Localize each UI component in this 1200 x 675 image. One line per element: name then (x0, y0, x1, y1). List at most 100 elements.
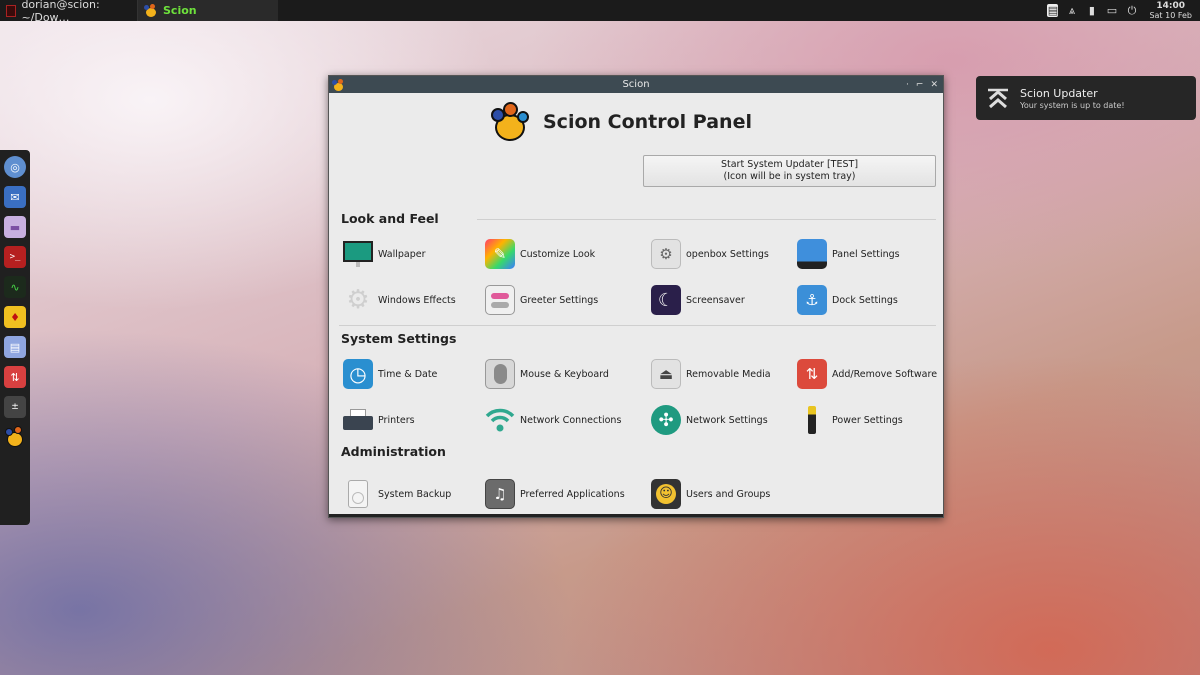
taskbar-item-terminal[interactable]: dorian@scion: ~/Dow… (0, 0, 138, 24)
maximize-button[interactable]: ⌐ (916, 80, 924, 90)
notification-title: Scion Updater (1020, 86, 1098, 100)
item-openbox-settings[interactable]: ⚙ openbox Settings (651, 239, 769, 269)
panel-header: Scion Control Panel (491, 102, 752, 142)
globe-icon: ✣ (651, 405, 681, 435)
clipboard-icon[interactable]: ▤ (1047, 4, 1059, 17)
divider (477, 219, 936, 220)
item-removable-media[interactable]: ⏏ Removable Media (651, 359, 771, 389)
display-icon[interactable]: ▭ (1105, 4, 1118, 17)
notification[interactable]: Scion Updater Your system is up to date! (976, 76, 1196, 120)
backup-icon (343, 479, 373, 509)
item-wallpaper[interactable]: Wallpaper (343, 239, 426, 269)
item-customize-look[interactable]: ✎ Customize Look (485, 239, 595, 269)
notification-body: Your system is up to date! (1020, 100, 1125, 110)
updater-icon[interactable]: ⩓ (1065, 4, 1078, 17)
scion-logo-icon (491, 102, 531, 142)
page-title: Scion Control Panel (543, 111, 752, 133)
clock-time: 14:00 (1156, 0, 1186, 11)
window-bottom-border (329, 514, 943, 517)
section-look-and-feel: Look and Feel (341, 211, 439, 226)
divider (339, 325, 936, 326)
screensaver-icon: ☾ (651, 285, 681, 315)
item-label: Network Connections (520, 414, 622, 426)
item-label: Network Settings (686, 414, 768, 426)
window-title: Scion (622, 79, 650, 90)
clock[interactable]: 14:00 Sat 10 Feb (1149, 1, 1192, 21)
start-system-updater-button[interactable]: Start System Updater [TEST] (Icon will b… (643, 155, 936, 187)
customize-look-icon: ✎ (485, 239, 515, 269)
item-dock-settings[interactable]: ⚓ Dock Settings (797, 285, 898, 315)
text-editor-icon[interactable]: ▤ (4, 336, 26, 358)
preferred-apps-icon: ♫ (485, 479, 515, 509)
item-label: Users and Groups (686, 488, 771, 500)
eject-icon: ⏏ (651, 359, 681, 389)
item-label: Windows Effects (378, 294, 456, 306)
item-network-settings[interactable]: ✣ Network Settings (651, 405, 768, 435)
section-administration: Administration (341, 444, 446, 459)
mouse-icon (485, 359, 515, 389)
window-content: Scion Control Panel Start System Updater… (329, 93, 943, 517)
wifi-icon (485, 405, 515, 435)
updater-icon (986, 87, 1010, 109)
item-power-settings[interactable]: Power Settings (797, 405, 903, 435)
window-titlebar[interactable]: Scion · ⌐ ✕ (329, 76, 943, 93)
item-label: Greeter Settings (520, 294, 599, 306)
updater-button-line1: Start System Updater [TEST] (720, 159, 859, 170)
mail-icon[interactable]: ✉ (4, 186, 26, 208)
openbox-settings-icon: ⚙ (651, 239, 681, 269)
item-system-backup[interactable]: System Backup (343, 479, 451, 509)
terminal-icon (6, 4, 17, 17)
item-label: Wallpaper (378, 248, 426, 260)
greeter-settings-icon (485, 285, 515, 315)
taskbar-item-scion[interactable]: Scion (138, 0, 278, 21)
item-panel-settings[interactable]: Panel Settings (797, 239, 900, 269)
file-manager-icon[interactable]: ▬ (4, 216, 26, 238)
calculator-icon[interactable]: ± (4, 396, 26, 418)
item-windows-effects[interactable]: ⚙ Windows Effects (343, 285, 456, 315)
item-time-date[interactable]: ◷ Time & Date (343, 359, 437, 389)
software-icon[interactable]: ⇅ (4, 366, 26, 388)
scion-icon[interactable] (4, 426, 26, 448)
system-tray: ▤ ⩓ ▮ ▭ ⏻ 14:00 Sat 10 Feb (1047, 1, 1200, 21)
section-system-settings: System Settings (341, 331, 457, 346)
item-add-remove-software[interactable]: ⇅ Add/Remove Software (797, 359, 937, 389)
item-label: Preferred Applications (520, 488, 625, 500)
wallpaper-icon (343, 239, 373, 269)
item-label: Printers (378, 414, 415, 426)
item-label: Dock Settings (832, 294, 898, 306)
item-label: Add/Remove Software (832, 368, 938, 380)
updater-button-line2: (Icon will be in system tray) (723, 171, 856, 182)
games-icon[interactable]: ♦ (4, 306, 26, 328)
system-monitor-icon[interactable]: ∿ (4, 276, 26, 298)
minimize-button[interactable]: · (906, 80, 909, 90)
web-browser-icon[interactable]: ◎ (4, 156, 26, 178)
users-icon: ☺ (651, 479, 681, 509)
clock-icon: ◷ (343, 359, 373, 389)
item-label: Time & Date (378, 368, 438, 380)
item-preferred-applications[interactable]: ♫ Preferred Applications (485, 479, 625, 509)
panel-settings-icon (797, 239, 827, 269)
power-icon[interactable]: ⏻ (1125, 4, 1138, 17)
item-printers[interactable]: Printers (343, 405, 415, 435)
item-mouse-keyboard[interactable]: Mouse & Keyboard (485, 359, 609, 389)
item-users-and-groups[interactable]: ☺ Users and Groups (651, 479, 770, 509)
item-label: Power Settings (832, 414, 903, 426)
item-label: Customize Look (520, 248, 596, 260)
dock-settings-icon: ⚓ (797, 285, 827, 315)
item-label: System Backup (378, 488, 452, 500)
item-label: openbox Settings (686, 248, 769, 260)
battery-icon[interactable]: ▮ (1085, 4, 1098, 17)
dock: ◎ ✉ ▬ >_ ∿ ♦ ▤ ⇅ ± (0, 150, 30, 525)
item-network-connections[interactable]: Network Connections (485, 405, 621, 435)
scion-icon (144, 4, 158, 17)
taskbar-item-label: Scion (163, 4, 197, 17)
clock-date: Sat 10 Feb (1149, 10, 1192, 20)
control-panel-window: Scion · ⌐ ✕ Scion Control Panel Start Sy… (328, 75, 944, 518)
battery-icon (797, 405, 827, 435)
top-panel: dorian@scion: ~/Dow… Scion ▤ ⩓ ▮ ▭ ⏻ 14:… (0, 0, 1200, 24)
item-screensaver[interactable]: ☾ Screensaver (651, 285, 745, 315)
item-greeter-settings[interactable]: Greeter Settings (485, 285, 598, 315)
windows-effects-icon: ⚙ (346, 285, 370, 315)
close-button[interactable]: ✕ (930, 80, 938, 90)
terminal-icon[interactable]: >_ (4, 246, 26, 268)
